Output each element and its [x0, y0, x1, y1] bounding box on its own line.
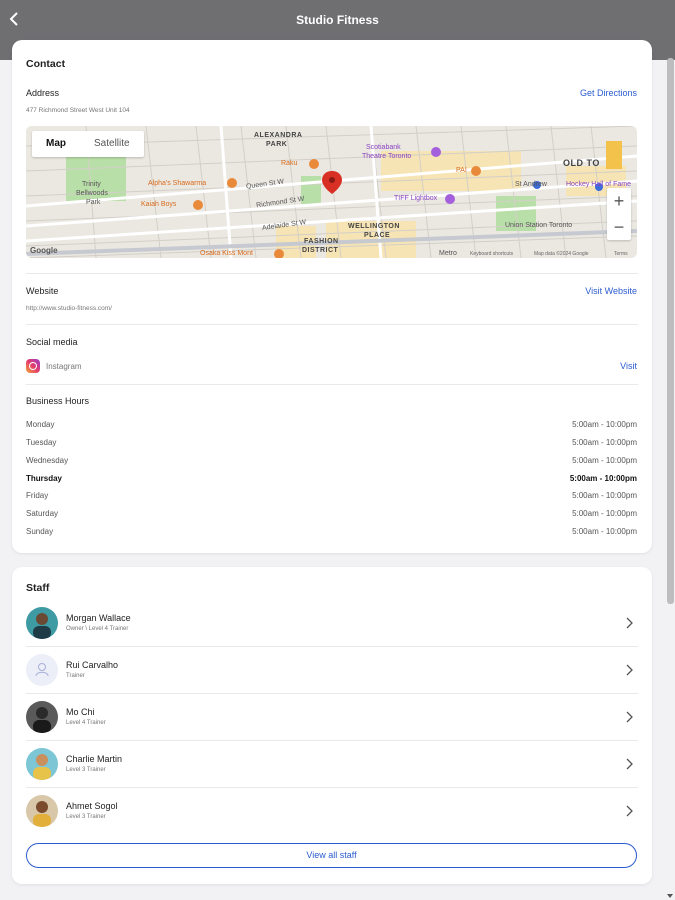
map-terms[interactable]: Terms: [614, 251, 628, 257]
instagram-label: Instagram: [46, 362, 82, 371]
map-label-fashion: FASHION: [304, 238, 339, 245]
map-label-old-to: OLD TO: [563, 158, 600, 168]
zoom-out-button[interactable]: −: [607, 214, 631, 240]
avatar: [26, 701, 58, 733]
chevron-right-icon: [626, 617, 633, 629]
map-label-osaka: Osaka Kiss Mont: [200, 250, 253, 257]
scroll-down-icon[interactable]: [667, 894, 673, 898]
page-title: Studio Fitness: [296, 13, 379, 27]
staff-name: Ahmet Sogol: [66, 801, 118, 811]
chevron-right-icon: [626, 758, 633, 770]
staff-role: Trainer: [66, 673, 85, 679]
map-label-trinity: Trinity: [82, 181, 101, 188]
hours-day: Sunday: [26, 527, 54, 536]
map-label-scotiabank: Scotiabank: [366, 144, 401, 151]
zoom-controls: + −: [607, 188, 631, 240]
hours-time: 5:00am - 10:00pm: [572, 420, 637, 429]
avatar-placeholder: [26, 654, 58, 686]
avatar: [26, 607, 58, 639]
staff-card: Staff Morgan Wallace Owner \ Level 4 Tra…: [12, 567, 652, 884]
map-label-park: PARK: [266, 141, 288, 148]
map-label-tiff: TIFF Lightbox: [394, 195, 438, 202]
hours-day: Friday: [26, 491, 49, 500]
staff-heading: Staff: [26, 582, 50, 594]
hours-time: 5:00am - 10:00pm: [572, 438, 637, 447]
map-label-bellwoods: Bellwoods: [76, 190, 108, 197]
divider: [26, 324, 638, 325]
visit-website-link[interactable]: Visit Website: [585, 286, 637, 296]
hours-day: Wednesday: [26, 456, 69, 465]
hours-time-today: 5:00am - 10:00pm: [569, 474, 637, 483]
staff-row[interactable]: Rui Carvalho Trainer: [26, 647, 638, 694]
avatar: [26, 795, 58, 827]
chevron-right-icon: [626, 805, 633, 817]
contact-heading: Contact: [26, 58, 66, 70]
map-tab[interactable]: Map: [32, 131, 80, 157]
business-hours-label: Business Hours: [26, 396, 90, 406]
staff-row[interactable]: Morgan Wallace Owner \ Level 4 Trainer: [26, 600, 638, 647]
map-label-alexandra: ALEXANDRA: [254, 132, 303, 139]
visit-social-link[interactable]: Visit: [620, 361, 637, 371]
map-label-metro: Metro: [439, 250, 457, 257]
staff-name: Rui Carvalho: [66, 660, 119, 670]
map-label-park2: Park: [86, 199, 101, 206]
hours-time: 5:00am - 10:00pm: [572, 456, 637, 465]
chevron-right-icon: [626, 711, 633, 723]
satellite-tab[interactable]: Satellite: [80, 131, 144, 157]
hours-time: 5:00am - 10:00pm: [572, 527, 637, 536]
chevron-right-icon: [626, 664, 633, 676]
staff-role: Level 3 Trainer: [66, 814, 106, 820]
social-media-label: Social media: [26, 337, 78, 347]
map-label-theatre: Theatre Toronto: [362, 153, 412, 160]
hours-day-today: Thursday: [26, 474, 63, 483]
staff-row[interactable]: Ahmet Sogol Level 3 Trainer: [26, 788, 638, 835]
contact-card: Contact Address 477 Richmond Street West…: [12, 40, 652, 553]
staff-name: Morgan Wallace: [66, 613, 131, 623]
map[interactable]: Map Satellite + − ALEXANDRA PARK Trinity…: [26, 126, 637, 258]
divider: [26, 273, 638, 274]
zoom-in-button[interactable]: +: [607, 188, 631, 214]
address-value: 477 Richmond Street West Unit 104: [26, 107, 130, 114]
scrollbar[interactable]: [667, 58, 674, 604]
map-label-hockey: Hockey Hall of Fame: [566, 181, 631, 188]
map-label-wellington: WELLINGTON: [348, 223, 400, 230]
hours-time: 5:00am - 10:00pm: [572, 509, 637, 518]
map-label-alpha: Alpha's Shawarma: [148, 180, 207, 187]
staff-role: Level 3 Trainer: [66, 767, 106, 773]
staff-row[interactable]: Mo Chi Level 4 Trainer: [26, 694, 638, 741]
hours-day: Saturday: [26, 509, 59, 518]
staff-name: Mo Chi: [66, 707, 95, 717]
avatar: [26, 748, 58, 780]
divider: [26, 384, 638, 385]
hours-day: Tuesday: [26, 438, 57, 447]
staff-role: Level 4 Trainer: [66, 720, 106, 726]
map-label-district: DISTRICT: [302, 247, 339, 254]
website-label: Website: [26, 286, 59, 296]
map-label-raku: Raku: [281, 160, 298, 167]
map-label-kaiah: Kaiah Boys: [141, 201, 177, 208]
map-keyboard-shortcuts[interactable]: Keyboard shortcuts: [470, 251, 513, 257]
map-data-credit: Map data ©2024 Google: [534, 251, 589, 257]
map-label-st-andrew: St Andrew: [515, 181, 547, 188]
address-label: Address: [26, 88, 60, 98]
google-logo: Google: [30, 246, 58, 255]
instagram-icon: [26, 359, 40, 373]
staff-name: Charlie Martin: [66, 754, 123, 764]
hours-time: 5:00am - 10:00pm: [572, 491, 637, 500]
map-label-union: Union Station Toronto: [505, 222, 573, 229]
map-label-pai: PAI: [456, 167, 467, 174]
view-all-staff-button[interactable]: View all staff: [26, 843, 637, 868]
staff-row[interactable]: Charlie Martin Level 3 Trainer: [26, 741, 638, 788]
get-directions-link[interactable]: Get Directions: [580, 88, 637, 98]
staff-role: Owner \ Level 4 Trainer: [66, 626, 129, 632]
map-type-toggle: Map Satellite: [32, 131, 144, 157]
website-value: http://www.studio-fitness.com/: [26, 305, 112, 312]
map-label-place: PLACE: [364, 232, 391, 239]
hours-day: Monday: [26, 420, 55, 429]
